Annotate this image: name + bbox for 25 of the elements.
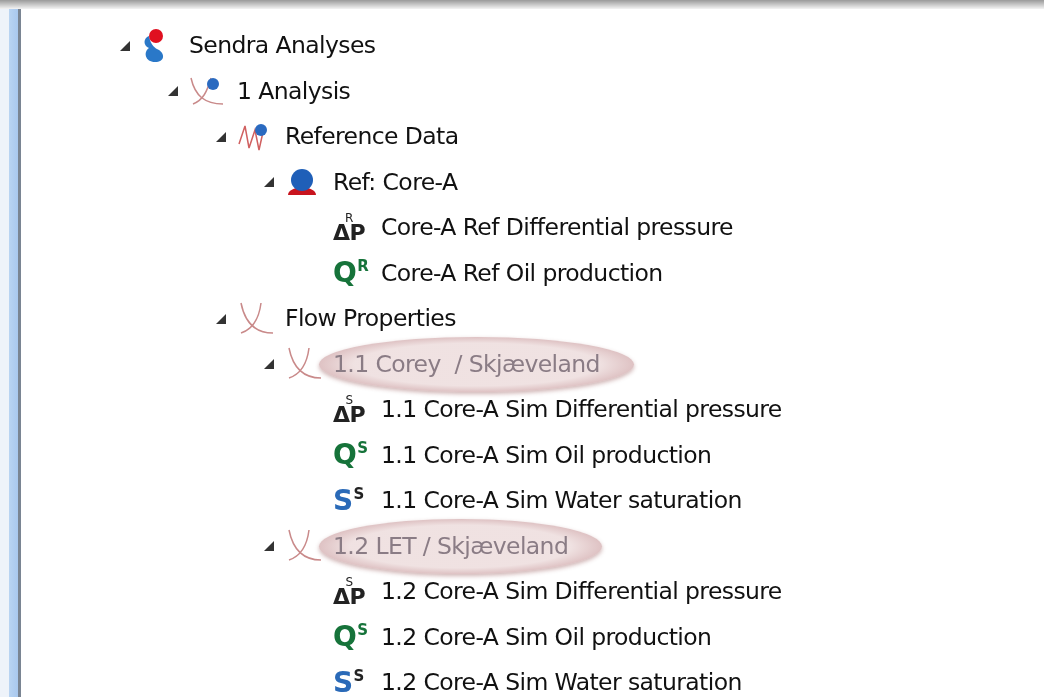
curves-icon [237, 300, 275, 337]
tree-node-label[interactable]: 1.1 Core-A Sim Oil production [381, 437, 712, 473]
tree-node-label[interactable]: Reference Data [285, 119, 459, 155]
tree-node-label[interactable]: Flow Properties [285, 301, 456, 337]
expand-toggle[interactable] [263, 176, 275, 189]
expand-toggle[interactable] [263, 358, 275, 371]
tree-node-label[interactable]: 1.1 Core-A Sim Differential pressure [381, 392, 782, 428]
tree-node-label[interactable]: 1.2 Core-A Sim Differential pressure [381, 574, 782, 610]
tree-node-label[interactable]: Core-A Ref Differential pressure [381, 210, 733, 246]
expand-toggle[interactable] [215, 130, 227, 143]
expand-toggle[interactable] [263, 540, 275, 553]
quantity-symbol: S ΔP [333, 575, 365, 608]
expand-toggle[interactable] [167, 85, 179, 98]
expand-toggle[interactable] [119, 39, 131, 52]
tree-node-label[interactable]: Ref: Core-A [333, 164, 458, 200]
tree-node-label[interactable]: 1.1 Core-A Sim Water saturation [381, 483, 742, 519]
core-icon [285, 167, 319, 198]
quantity-symbol: S ΔP [333, 393, 365, 426]
tree-node-label[interactable]: Sendra Analyses [189, 28, 376, 64]
expand-toggle[interactable] [215, 312, 227, 325]
tree-node-label[interactable]: 1.2 Core-A Sim Water saturation [381, 665, 742, 697]
tree-node-label[interactable]: 1.2 Core-A Sim Oil production [381, 619, 712, 655]
quantity-symbol: R ΔP [333, 211, 365, 244]
tree-node-label[interactable]: Core-A Ref Oil production [381, 255, 663, 291]
tree-node-label[interactable]: 1 Analysis [237, 73, 351, 109]
